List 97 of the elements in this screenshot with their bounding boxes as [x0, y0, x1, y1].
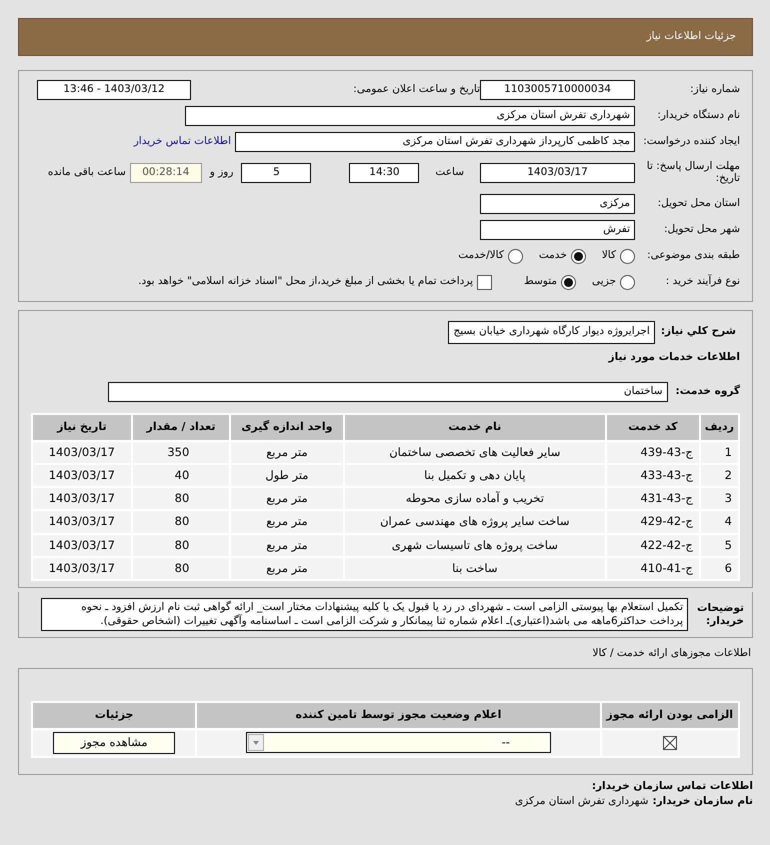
field-label: استان محل تحویل:: [656, 196, 740, 212]
field-label: ساعت باقی مانده: [48, 165, 126, 180]
radio-label: جزیی: [592, 274, 616, 290]
section-title: اطلاعات مجوزهای ارائه خدمت / کالا: [591, 646, 752, 662]
field-label: ساعت: [435, 165, 464, 180]
column-header: تعداد / مقدار: [132, 415, 230, 440]
table-cell: ج-43-433: [607, 464, 699, 486]
field-label: مهلت ارسال پاسخ: تا تاریخ:: [646, 161, 740, 185]
column-header: جزئیات: [33, 703, 196, 728]
field-value: 5: [241, 163, 312, 183]
table-cell: تخریب و آماده سازی محوطه: [344, 488, 606, 510]
table-cell: سایر فعالیت های تخصصی ساختمان: [344, 442, 606, 463]
table-cell: متر طول: [231, 464, 343, 486]
table-cell: 1403/03/17: [33, 488, 131, 510]
field-value: 1403/03/17: [480, 163, 635, 183]
buyer-contact-link[interactable]: اطلاعات تماس خریدار: [134, 134, 231, 150]
field-label: طبقه بندی موضوعی:: [646, 248, 740, 264]
field-value: 14:30: [349, 163, 420, 183]
table-cell: 40: [132, 464, 230, 486]
table-cell: ج-43-439: [607, 442, 699, 463]
column-header: اعلام وضعیت مجوز توسط تامین کننده: [197, 703, 600, 728]
radio-label: کالا: [602, 248, 616, 264]
field-value: مرکزی: [480, 194, 635, 214]
radio-button[interactable]: [508, 248, 523, 264]
field-label: نام سازمان خریدار:: [652, 795, 753, 808]
field-label: شماره نیاز:: [689, 82, 740, 98]
table-cell: 4: [700, 511, 738, 532]
table-cell: ج-41-410: [607, 558, 699, 579]
radio-button[interactable]: [561, 274, 576, 290]
table-cell: متر مربع: [231, 511, 343, 532]
table-cell: پایان دهی و تکمیل بنا: [344, 464, 606, 486]
table-cell: 6: [700, 558, 738, 579]
table-cell: متر مربع: [231, 534, 343, 556]
radio-label: کالا/خدمت: [458, 248, 504, 264]
table-cell: ج-42-422: [607, 534, 699, 556]
table-cell: متر مربع: [231, 488, 343, 510]
table-cell: 1403/03/17: [33, 511, 131, 532]
view-permit-button[interactable]: مشاهده مجوز: [53, 732, 176, 754]
table-cell: 80: [132, 558, 230, 579]
table-cell: ساخت پروژه های تاسیسات شهری: [344, 534, 606, 556]
column-header: الزامی بودن ارائه مجوز: [602, 703, 738, 728]
column-header: واحد اندازه گیری: [231, 415, 343, 440]
field-label: روز و: [210, 165, 234, 180]
field-label: نوع فرآیند خرید :: [664, 274, 740, 290]
field-value: شهرداری تفرش استان مرکزی: [185, 106, 635, 126]
radio-button[interactable]: [620, 248, 635, 264]
table-cell: متر مربع: [231, 442, 343, 463]
section-title: اطلاعات خدمات مورد نیاز: [608, 350, 740, 366]
table-cell: 80: [132, 534, 230, 556]
table-cell: 1403/03/17: [33, 534, 131, 556]
required-checkbox[interactable]: [662, 734, 677, 752]
field-label: نام دستگاه خریدار:: [656, 108, 740, 124]
column-header: نام خدمت: [344, 415, 606, 440]
field-value: تفرش: [480, 220, 635, 240]
checkbox[interactable]: [477, 274, 492, 290]
table-cell: 2: [700, 464, 738, 486]
field-value: اجرایروژه دیوار کارگاه شهرداری خیابان بسیج: [448, 320, 655, 344]
field-label: تاریخ و ساعت اعلان عمومی:: [353, 82, 480, 98]
column-header: تاریخ نیاز: [33, 415, 131, 440]
table-cell: 1403/03/17: [33, 464, 131, 486]
radio-label: متوسط: [524, 274, 558, 290]
table-cell: ساخت بنا: [344, 558, 606, 579]
field-label: گروه خدمت:: [676, 384, 740, 400]
field-value: 1103005710000034: [480, 80, 635, 100]
table-cell: ساخت سایر پروژه های مهندسی عمران: [344, 511, 606, 532]
remaining-time-field: 00:28:14: [130, 163, 202, 183]
status-dropdown[interactable]: --: [246, 732, 551, 754]
field-label: شرح کلي نياز:: [660, 324, 736, 340]
table-cell: 5: [700, 534, 738, 556]
notes-text: تکمیل استعلام بها پیوستی الزامی است ـ شهردای در رد یا قبول یک یا کلیه پیشنهادات مختار است_ ارائه گواهی ثبت نام ارزش افزود ـ نحوه پرداخت حداکثر6ماهه می باشد(اعتباری)ـ اعلام شماره ثنا پیمانکار و شرکت الزامی است ـ اساسنامه وآگهی تغییرات (اشخاص حقوقی).: [41, 598, 688, 632]
table-cell: 350: [132, 442, 230, 463]
table-cell: ج-42-429: [607, 511, 699, 532]
field-value: ساختمان: [108, 382, 668, 402]
table-cell: 80: [132, 511, 230, 532]
table-cell: 1: [700, 442, 738, 463]
radio-button[interactable]: [620, 274, 635, 290]
radio-button[interactable]: [570, 248, 586, 264]
column-header: کد خدمت: [607, 415, 699, 440]
field-label: شهر محل تحویل:: [663, 222, 740, 238]
field-value: مجد کاظمی کارپرداز شهرداری تفرش استان مرکزی: [235, 132, 635, 152]
table-cell: 3: [700, 488, 738, 510]
field-label: توضیحات خریدار:: [696, 602, 744, 628]
column-header: ردیف: [700, 415, 738, 440]
dropdown-value: --: [502, 734, 510, 751]
page-title: جزئیات اطلاعات نیاز: [646, 29, 736, 44]
radio-label: خدمت: [538, 248, 567, 264]
table-cell: 80: [132, 488, 230, 510]
section-title: اطلاعات تماس سازمان خریدار:: [590, 778, 753, 794]
field-label: ایجاد کننده درخواست:: [642, 134, 740, 150]
table-cell: 1403/03/17: [33, 558, 131, 579]
field-value: 1403/03/12 - 13:46: [37, 80, 191, 100]
table-cell: 1403/03/17: [33, 442, 131, 463]
table-cell: ج-43-431: [607, 488, 699, 510]
field-value: شهرداری تفرش استان مرکزی: [515, 795, 648, 808]
caret-icon[interactable]: [248, 734, 264, 752]
table-cell: متر مربع: [231, 558, 343, 579]
checkbox-label: پرداخت تمام یا بخشی از مبلغ خرید،از محل "اسناد خزانه اسلامی" خواهد بود.: [138, 274, 474, 290]
